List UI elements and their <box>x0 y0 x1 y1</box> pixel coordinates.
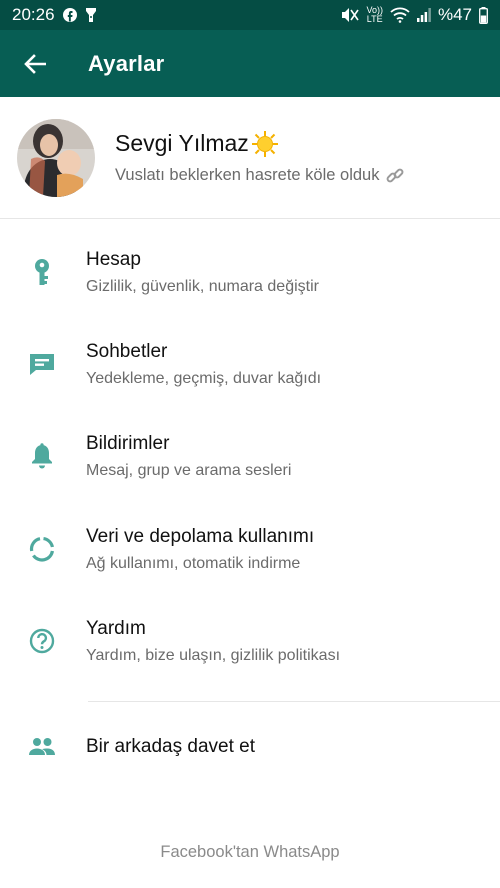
profile-name-row: Sevgi Yılmaz <box>115 130 405 158</box>
bell-icon <box>0 443 86 469</box>
footer-text: Facebook'tan WhatsApp <box>160 843 340 861</box>
page-title: Ayarlar <box>88 50 165 76</box>
notifications-title: Bildirimler <box>86 432 170 454</box>
settings-item-invite-friend[interactable]: Bir arkadaş davet et <box>0 701 500 793</box>
help-title: Yardım <box>86 617 146 639</box>
status-bar: 20:26 Vo)) LTE %47 <box>0 0 500 30</box>
flashlight-icon <box>85 7 97 23</box>
volte-icon: Vo)) LTE <box>366 6 383 24</box>
back-arrow-icon <box>24 53 46 74</box>
key-icon <box>0 257 86 287</box>
account-title: Hesap <box>86 248 141 270</box>
notifications-subtitle: Mesaj, grup ve arama sesleri <box>86 461 292 479</box>
profile-name: Sevgi Yılmaz <box>115 130 249 156</box>
settings-item-data-storage[interactable]: Veri ve depolama kullanımı Ağ kullanımı,… <box>0 503 500 595</box>
app-bar: Ayarlar <box>0 30 500 97</box>
mute-icon <box>341 7 360 23</box>
settings-item-help[interactable]: Yardım Yardım, bize ulaşın, gizlilik pol… <box>0 595 500 687</box>
link-emoji-icon <box>385 166 405 186</box>
settings-item-chats[interactable]: Sohbetler Yedekleme, geçmiş, duvar kağıd… <box>0 318 500 410</box>
profile-status-row: Vuslatı beklerken hasrete köle olduk <box>115 166 405 186</box>
account-subtitle: Gizlilik, güvenlik, numara değiştir <box>86 277 319 295</box>
signal-icon <box>416 8 431 22</box>
profile-row[interactable]: Sevgi Yılmaz Vuslatı beklerken hasrete k… <box>0 97 500 219</box>
facebook-notification-icon <box>62 7 78 23</box>
chats-title: Sohbetler <box>86 340 168 362</box>
data-storage-subtitle: Ağ kullanımı, otomatik indirme <box>86 554 301 572</box>
battery-percent: %47 <box>437 5 472 24</box>
profile-status: Vuslatı beklerken hasrete köle olduk <box>115 166 380 184</box>
back-button[interactable] <box>0 30 70 97</box>
settings-item-notifications[interactable]: Bildirimler Mesaj, grup ve arama sesleri <box>0 410 500 502</box>
volte-bottom-label: LTE <box>366 14 383 24</box>
avatar[interactable] <box>17 118 95 197</box>
help-subtitle: Yardım, bize ulaşın, gizlilik politikası <box>86 646 341 664</box>
chats-subtitle: Yedekleme, geçmiş, duvar kağıdı <box>86 369 322 387</box>
settings-item-account[interactable]: Hesap Gizlilik, güvenlik, numara değişti… <box>0 226 500 318</box>
chat-icon <box>0 352 86 376</box>
invite-friend-title: Bir arkadaş davet et <box>86 736 255 757</box>
battery-icon <box>479 6 488 24</box>
data-usage-icon <box>0 536 86 562</box>
help-icon <box>0 628 86 654</box>
data-storage-title: Veri ve depolama kullanımı <box>86 525 315 547</box>
sun-emoji-icon <box>251 130 279 158</box>
people-icon <box>0 737 86 757</box>
status-time: 20:26 <box>12 5 55 24</box>
wifi-icon <box>390 7 410 23</box>
